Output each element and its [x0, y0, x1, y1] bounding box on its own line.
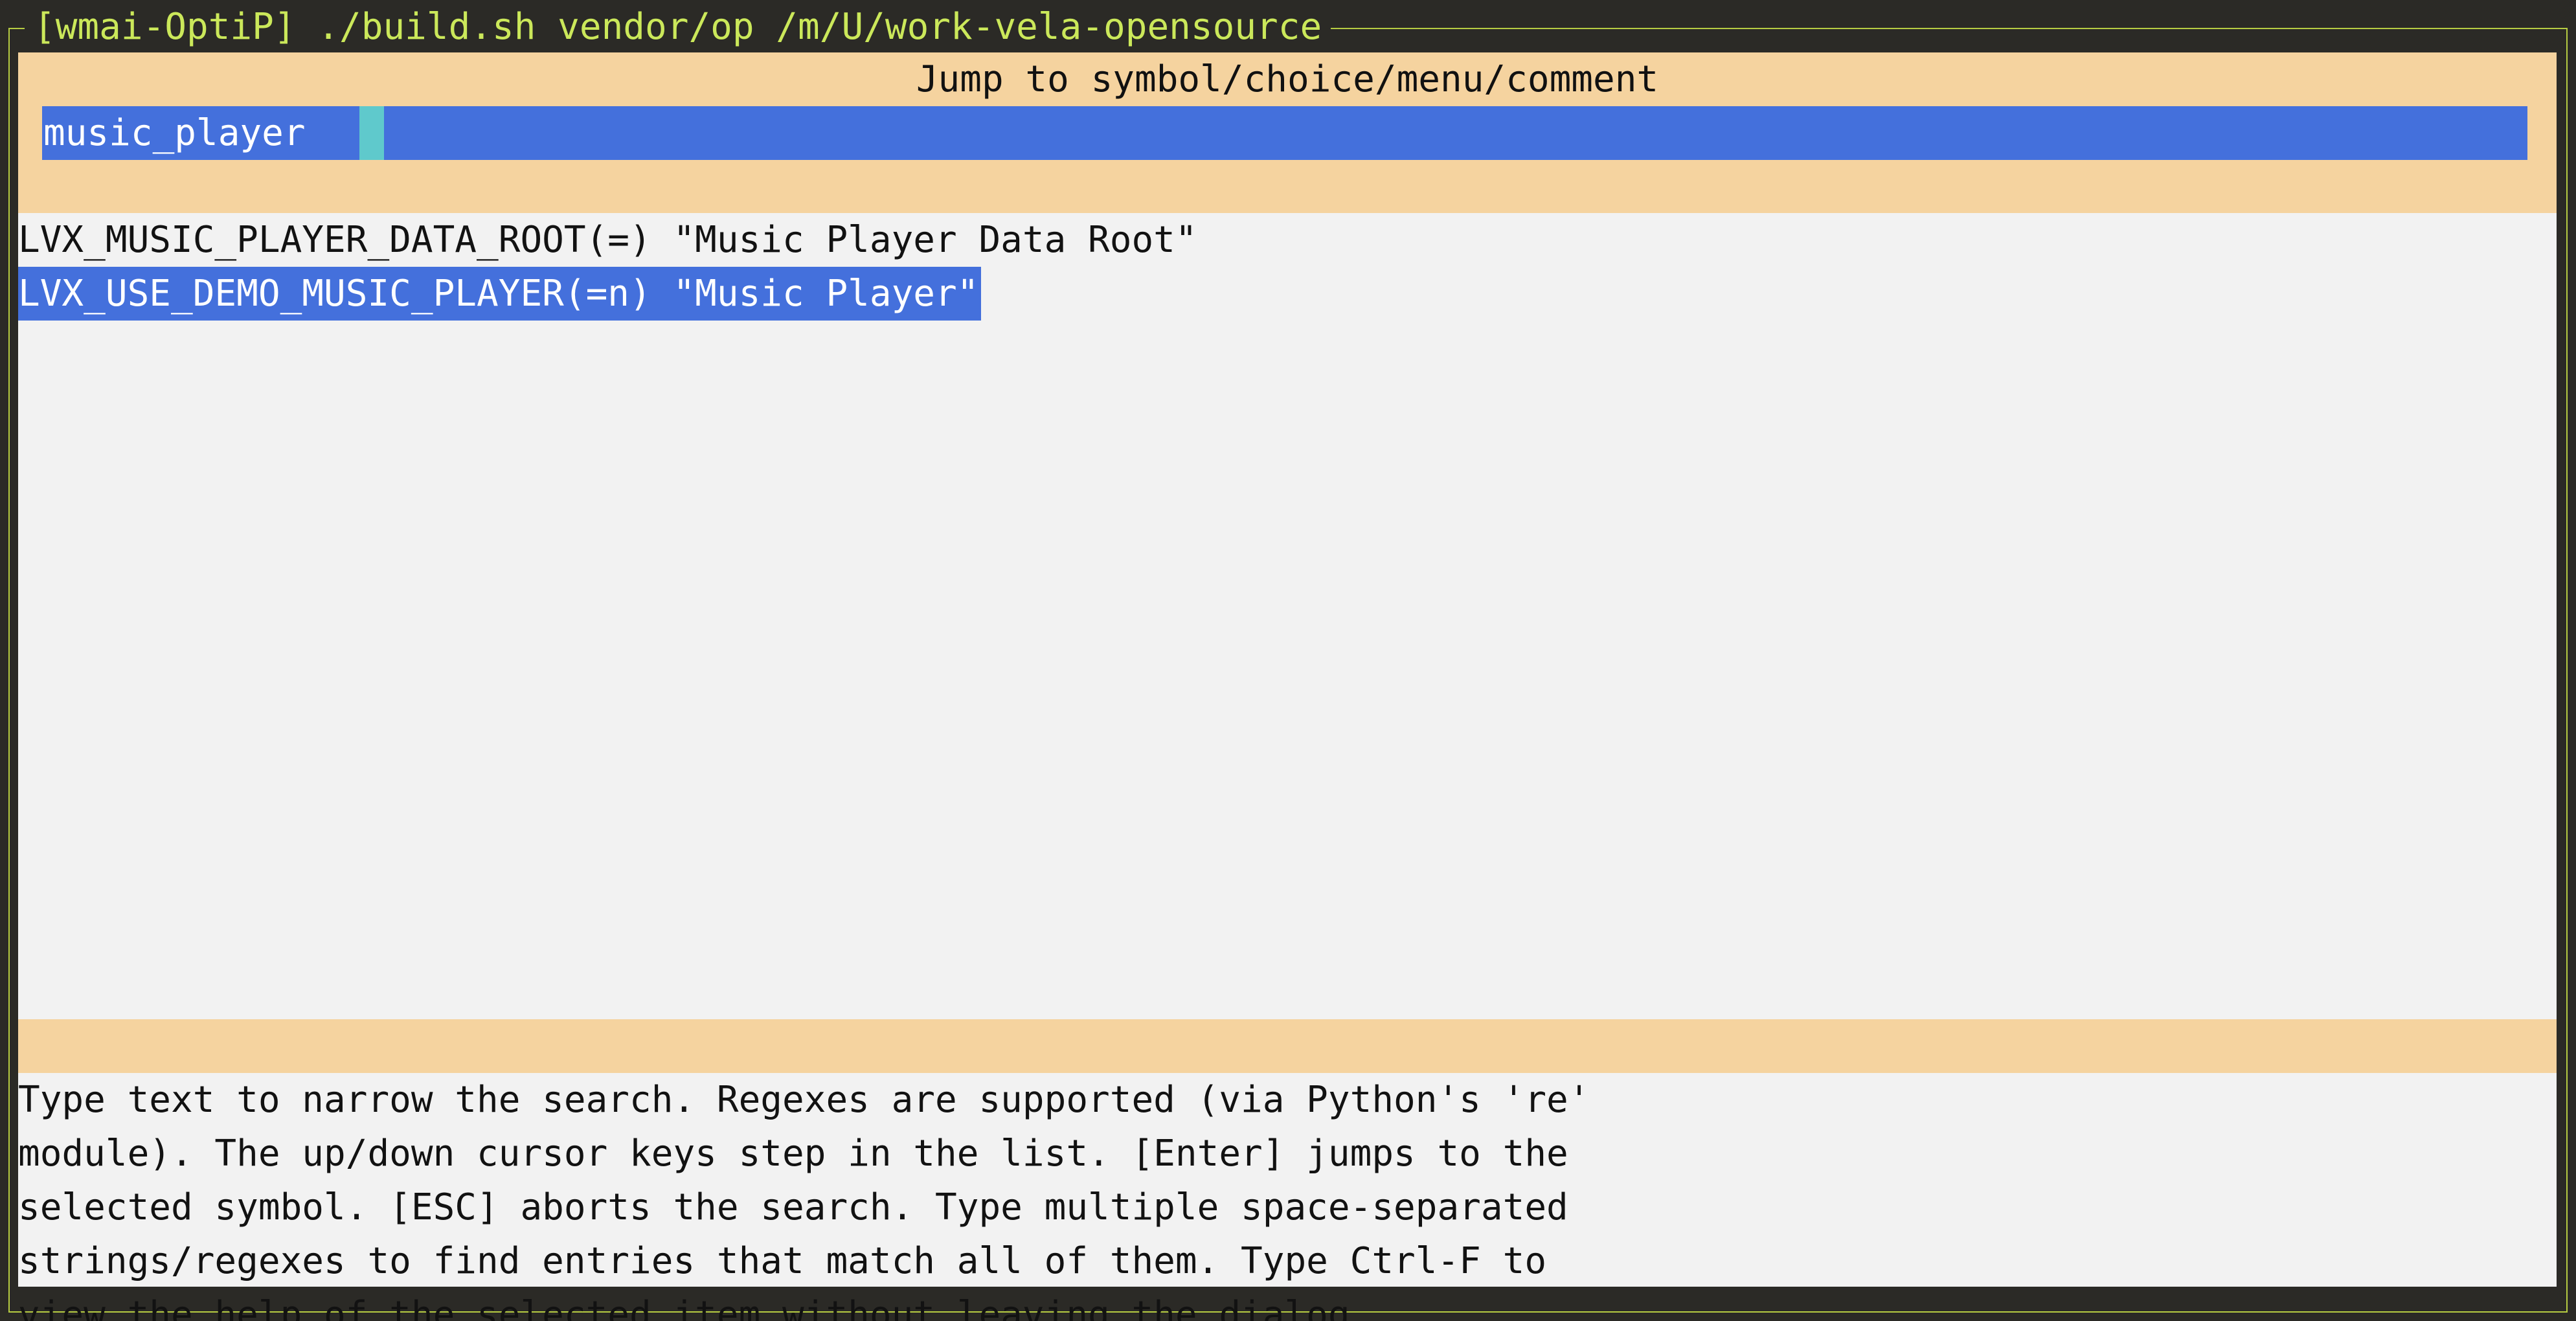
result-item-music-player-data-root[interactable]: LVX_MUSIC_PLAYER_DATA_ROOT(=) "Music Pla…	[18, 213, 1200, 267]
help-line: module). The up/down cursor keys step in…	[18, 1133, 1568, 1175]
menuconfig-dialog: Jump to symbol/choice/menu/comment music…	[18, 52, 2557, 1321]
dialog-title: Jump to symbol/choice/menu/comment	[916, 58, 1659, 100]
help-line: strings/regexes to find entries that mat…	[18, 1240, 1547, 1282]
search-header-panel: Jump to symbol/choice/menu/comment music…	[18, 52, 2557, 213]
results-list: LVX_MUSIC_PLAYER_DATA_ROOT(=) "Music Pla…	[18, 213, 2557, 1019]
search-input[interactable]: music_player	[42, 106, 2527, 160]
help-text: Type text to narrow the search. Regexes …	[18, 1073, 2557, 1321]
help-line: Type text to narrow the search. Regexes …	[18, 1079, 1590, 1121]
window-title: [wmai-OptiP] ./build.sh vendor/op /m/U/w…	[25, 0, 1331, 54]
search-input-value: music_player	[43, 112, 306, 154]
help-line: view the help of the selected item witho…	[18, 1294, 1372, 1321]
text-cursor	[359, 106, 384, 160]
help-line: selected symbol. [ESC] aborts the search…	[18, 1186, 1568, 1228]
result-item-use-demo-music-player[interactable]: LVX_USE_DEMO_MUSIC_PLAYER(=n) "Music Pla…	[18, 267, 982, 321]
separator-bar	[18, 1019, 2557, 1073]
